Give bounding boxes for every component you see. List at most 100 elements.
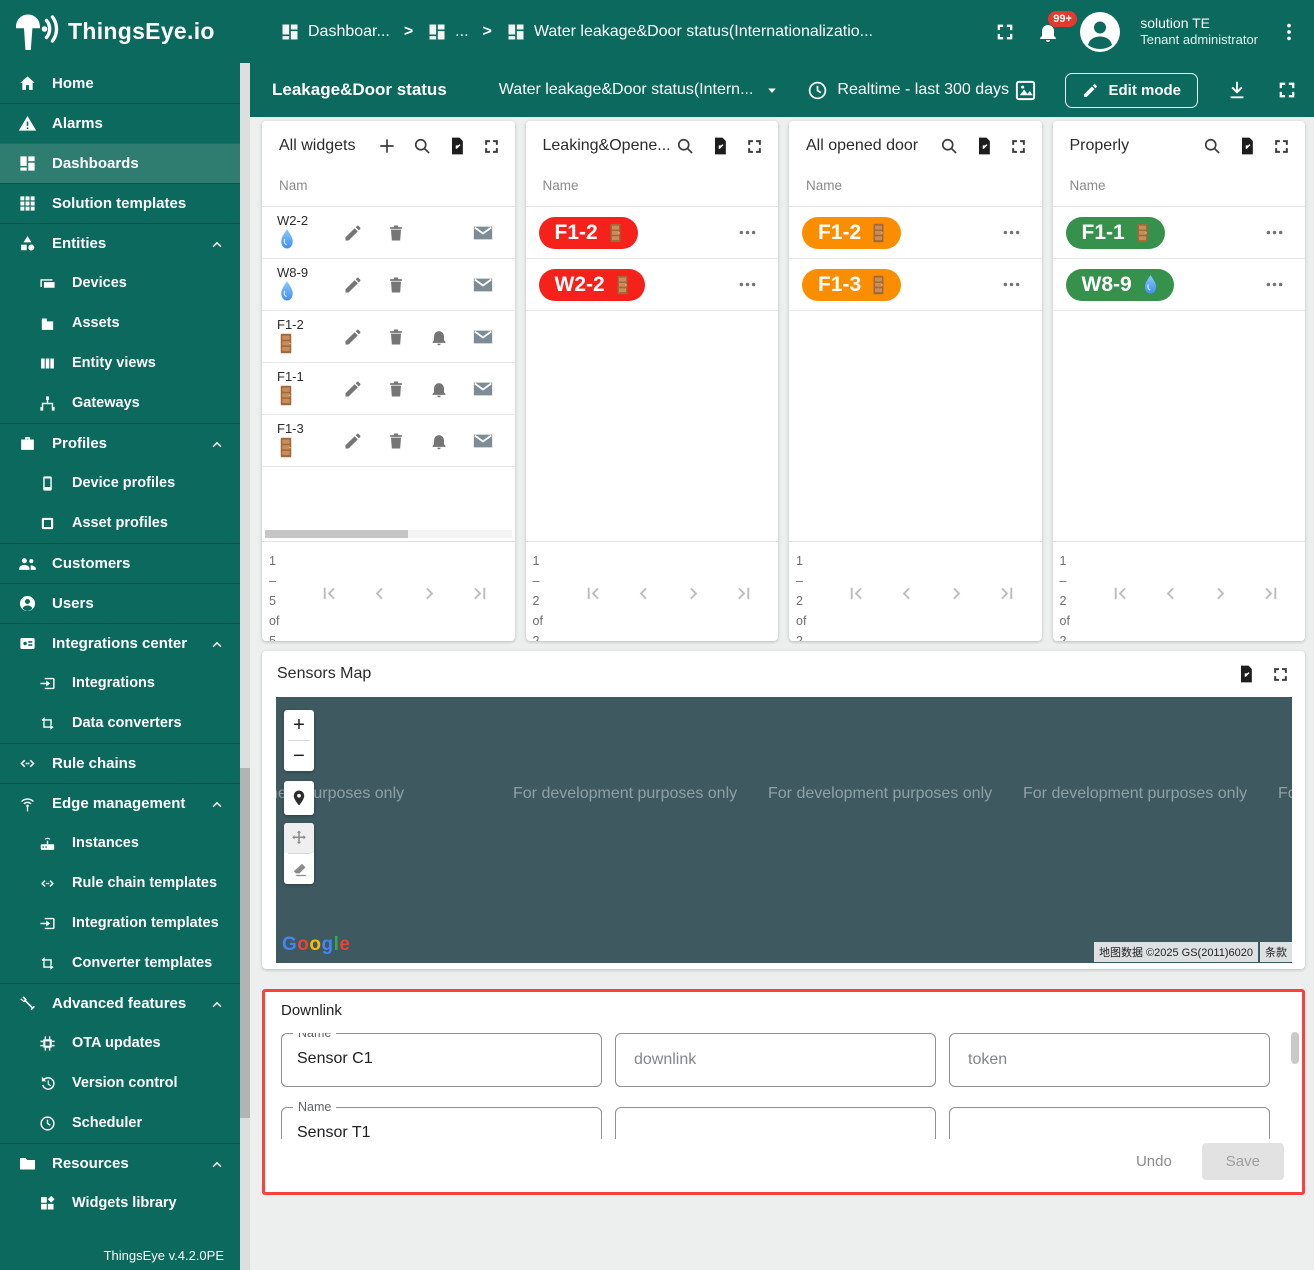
add-entity-icon[interactable] <box>377 136 397 156</box>
previous-page-icon[interactable] <box>632 582 655 605</box>
fullscreen-icon[interactable] <box>1276 79 1298 101</box>
email-icon[interactable] <box>472 274 494 296</box>
table-row[interactable]: W8-9 <box>262 259 515 311</box>
email-icon[interactable] <box>472 430 494 452</box>
next-page-icon[interactable] <box>418 582 441 605</box>
search-icon[interactable] <box>412 136 432 156</box>
edit-icon[interactable] <box>343 431 363 451</box>
sidebar-item-dashboards[interactable]: Dashboards <box>0 143 240 183</box>
table-row[interactable]: W2-2 <box>262 207 515 259</box>
table-row[interactable]: F1-2 <box>789 207 1042 259</box>
row-menu-icon[interactable] <box>737 274 758 295</box>
sidebar-item-ota-updates[interactable]: OTA updates <box>0 1023 240 1063</box>
search-icon[interactable] <box>675 136 695 156</box>
breadcrumb-item-group[interactable]: ... <box>427 22 468 42</box>
table-row[interactable]: F1-1 <box>262 363 515 415</box>
notifications-button[interactable]: 99+ <box>1036 20 1060 44</box>
sidebar-item-rule-chains[interactable]: Rule chains <box>0 743 240 783</box>
name-field[interactable]: Name Sensor C1 <box>281 1033 602 1087</box>
sidebar-item-integrations[interactable]: Integrations <box>0 663 240 703</box>
sidebar-item-gateways[interactable]: Gateways <box>0 383 240 423</box>
last-page-icon[interactable] <box>732 582 755 605</box>
downlink-scrollbar-thumb[interactable] <box>1291 1032 1299 1064</box>
sidebar-item-scheduler[interactable]: Scheduler <box>0 1103 240 1143</box>
edit-icon[interactable] <box>343 379 363 399</box>
edit-mode-button[interactable]: Edit mode <box>1065 73 1198 108</box>
sidebar-item-profiles[interactable]: Profiles <box>0 423 240 463</box>
table-row[interactable]: F1-2 <box>262 311 515 363</box>
undo-button[interactable]: Undo <box>1136 1153 1172 1170</box>
bell-icon[interactable] <box>429 379 449 399</box>
email-icon[interactable] <box>472 378 494 400</box>
breadcrumb-item-current[interactable]: Water leakage&Door status(Internationali… <box>506 22 873 42</box>
chevron-up-icon[interactable] <box>208 995 226 1013</box>
breadcrumb-item-dashboards[interactable]: Dashboar... <box>280 22 390 42</box>
map-canvas[interactable]: For development purposes only For develo… <box>276 697 1292 963</box>
sidebar-item-asset-profiles[interactable]: Asset profiles <box>0 503 240 543</box>
sidebar-item-solution-templates[interactable]: Solution templates <box>0 183 240 223</box>
last-page-icon[interactable] <box>468 582 491 605</box>
row-menu-icon[interactable] <box>1264 222 1285 243</box>
previous-page-icon[interactable] <box>1159 582 1182 605</box>
sidebar-item-edge-management[interactable]: Edge management <box>0 783 240 823</box>
sidebar-item-advanced-features[interactable]: Advanced features <box>0 983 240 1023</box>
edit-icon[interactable] <box>343 223 363 243</box>
widget-fullscreen-icon[interactable] <box>1009 137 1028 156</box>
sidebar-item-assets[interactable]: Assets <box>0 303 240 343</box>
search-icon[interactable] <box>939 136 959 156</box>
first-page-icon[interactable] <box>1109 582 1132 605</box>
last-page-icon[interactable] <box>995 582 1018 605</box>
sidebar-scrollbar-thumb[interactable] <box>240 768 250 1118</box>
image-export-icon[interactable] <box>1014 79 1037 102</box>
map-move-button[interactable] <box>284 823 314 853</box>
sidebar-item-rule-chain-templates[interactable]: Rule chain templates <box>0 863 240 903</box>
sidebar-item-instances[interactable]: Instances <box>0 823 240 863</box>
next-page-icon[interactable] <box>682 582 705 605</box>
export-icon[interactable] <box>1236 664 1256 684</box>
first-page-icon[interactable] <box>582 582 605 605</box>
chevron-up-icon[interactable] <box>208 435 226 453</box>
delete-icon[interactable] <box>386 431 406 451</box>
sidebar-item-users[interactable]: Users <box>0 583 240 623</box>
sidebar-scrollbar[interactable] <box>240 63 250 1270</box>
bell-icon[interactable] <box>429 431 449 451</box>
widget-fullscreen-icon[interactable] <box>1271 665 1290 684</box>
previous-page-icon[interactable] <box>368 582 391 605</box>
table-row[interactable]: F1-3 <box>262 415 515 467</box>
sidebar-item-converter-templates[interactable]: Converter templates <box>0 943 240 983</box>
export-icon[interactable] <box>974 136 994 156</box>
previous-page-icon[interactable] <box>895 582 918 605</box>
sidebar-item-data-converters[interactable]: Data converters <box>0 703 240 743</box>
delete-icon[interactable] <box>386 275 406 295</box>
sidebar-item-device-profiles[interactable]: Device profiles <box>0 463 240 503</box>
first-page-icon[interactable] <box>318 582 341 605</box>
fullscreen-icon[interactable] <box>994 21 1016 43</box>
map-eraser-button[interactable] <box>284 854 314 884</box>
delete-icon[interactable] <box>386 223 406 243</box>
dashboard-select[interactable]: Water leakage&Door status(Intern... <box>499 81 782 99</box>
chevron-up-icon[interactable] <box>208 235 226 253</box>
token-field[interactable] <box>949 1107 1270 1139</box>
zoom-in-button[interactable]: + <box>284 710 314 740</box>
token-field[interactable]: token <box>949 1033 1270 1087</box>
horizontal-scrollbar-thumb[interactable] <box>265 530 408 538</box>
export-icon[interactable] <box>447 136 467 156</box>
sidebar-item-integration-templates[interactable]: Integration templates <box>0 903 240 943</box>
edit-icon[interactable] <box>343 327 363 347</box>
downlink-field[interactable] <box>615 1107 936 1139</box>
table-row[interactable]: W8-9 <box>1053 259 1306 311</box>
table-row[interactable]: F1-1 <box>1053 207 1306 259</box>
chevron-up-icon[interactable] <box>208 795 226 813</box>
row-menu-icon[interactable] <box>1001 222 1022 243</box>
download-icon[interactable] <box>1226 79 1248 101</box>
row-menu-icon[interactable] <box>1001 274 1022 295</box>
avatar[interactable] <box>1080 12 1120 52</box>
bell-icon[interactable] <box>429 327 449 347</box>
app-logo[interactable]: ThingsEye.io <box>0 12 250 52</box>
sidebar-item-entity-views[interactable]: Entity views <box>0 343 240 383</box>
downlink-field[interactable]: downlink <box>615 1033 936 1087</box>
map-terms-link[interactable]: 条款 <box>1260 942 1292 962</box>
table-row[interactable]: F1-3 <box>789 259 1042 311</box>
row-menu-icon[interactable] <box>1264 274 1285 295</box>
google-logo[interactable]: Google <box>282 934 350 956</box>
